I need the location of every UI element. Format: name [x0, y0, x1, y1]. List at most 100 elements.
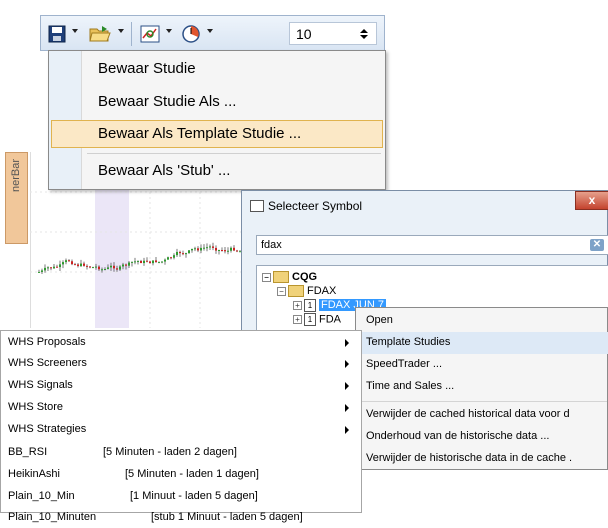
tree-node-label: FDAX	[307, 285, 337, 297]
candle-body	[227, 250, 229, 252]
list-item-plain-10-min[interactable]: Plain_10_Min [1 Minuut - laden 5 dagen]	[1, 486, 361, 507]
candle-body	[131, 261, 133, 263]
ctx-item-speedtrader[interactable]: SpeedTrader ...	[358, 354, 608, 376]
candle-body	[98, 266, 100, 270]
candle-body	[68, 260, 70, 262]
search-value: fdax	[261, 239, 282, 251]
candle-body	[152, 260, 154, 264]
candle-body	[179, 251, 181, 254]
candle-body	[62, 262, 64, 265]
list-item-heikinashi[interactable]: HeikinAshi [5 Minuten - laden 1 dagen]	[1, 464, 361, 485]
folder-icon	[288, 285, 304, 298]
list-item-label: WHS Store	[8, 401, 64, 413]
list-folder-whs-signals[interactable]: WHS Signals	[1, 375, 361, 396]
candle-body	[176, 251, 178, 256]
candle-body	[188, 250, 190, 254]
ctx-item-delete-cache[interactable]: Verwijder de historische data in de cach…	[358, 448, 608, 470]
ctx-separator	[362, 401, 607, 402]
menu-item-label: Bewaar Studie Als ...	[98, 93, 237, 110]
toolbar-separator	[131, 22, 132, 46]
list-item-label: WHS Signals	[8, 379, 73, 391]
chart-button[interactable]	[138, 22, 162, 46]
candle-body	[65, 260, 67, 263]
candle-body	[167, 257, 169, 260]
candle-body	[230, 247, 232, 251]
ctx-item-label: Template Studies	[366, 336, 451, 348]
study-detail: [5 Minuten - laden 1 dagen]	[125, 468, 259, 480]
candle-body	[197, 248, 199, 251]
expand-icon[interactable]: +	[293, 301, 302, 310]
save-dropdown-arrow[interactable]	[72, 29, 78, 33]
candle-body	[74, 264, 76, 266]
clock-dropdown-arrow[interactable]	[207, 29, 213, 33]
list-item-label: WHS Strategies	[8, 423, 87, 435]
tree-node-fdax[interactable]: − FDAX	[277, 285, 337, 298]
side-toolbar-tab[interactable]: nerBar	[5, 152, 28, 244]
close-button[interactable]: x	[575, 191, 608, 210]
candle-body	[56, 266, 58, 268]
candle-body	[149, 261, 151, 264]
study-detail: [5 Minuten - laden 2 dagen]	[103, 446, 237, 458]
candle-body	[155, 260, 157, 263]
collapse-icon[interactable]: −	[277, 286, 286, 296]
list-item-plain-10-minuten[interactable]: Plain_10_Minuten [stub 1 Minuut - laden 5…	[1, 507, 361, 528]
clear-search-icon[interactable]: ✕	[590, 239, 604, 251]
tree-node-root[interactable]: − CQG	[262, 271, 317, 284]
open-dropdown-arrow[interactable]	[118, 29, 124, 33]
open-button[interactable]	[86, 22, 114, 46]
ctx-item-label: Open	[366, 314, 393, 326]
ctx-item-time-and-sales[interactable]: Time and Sales ...	[358, 376, 608, 398]
candle-body	[236, 250, 238, 252]
menu-item-bewaar-studie-als[interactable]: Bewaar Studie Als ...	[51, 88, 383, 116]
candle-body	[122, 264, 124, 267]
chart-dropdown-arrow[interactable]	[166, 29, 172, 33]
list-folder-whs-store[interactable]: WHS Store	[1, 397, 361, 418]
menu-item-bewaar-als-template[interactable]: Bewaar Als Template Studie ...	[51, 120, 383, 148]
spinner-arrows-icon[interactable]	[358, 27, 370, 41]
collapse-icon[interactable]: −	[262, 272, 271, 282]
candle-body	[164, 259, 166, 262]
candle-body	[101, 269, 103, 271]
candle-body	[80, 263, 82, 267]
symbol-search-input[interactable]: fdax ✕	[256, 235, 608, 255]
close-icon: x	[588, 193, 596, 207]
list-folder-whs-proposals[interactable]: WHS Proposals	[1, 332, 361, 353]
symbol-icon: 1	[304, 313, 316, 326]
spinner-value: 10	[296, 26, 312, 42]
expand-icon[interactable]: +	[293, 315, 302, 324]
save-button[interactable]	[46, 22, 68, 46]
chart-refresh-icon	[140, 25, 160, 43]
clock-button[interactable]	[179, 22, 203, 46]
candle-body	[38, 271, 40, 273]
candle-body	[224, 250, 226, 252]
bar-count-spinner[interactable]: 10	[289, 22, 377, 45]
list-folder-whs-strategies[interactable]: WHS Strategies	[1, 419, 361, 440]
submenu-arrow-icon	[345, 404, 349, 412]
candle-body	[107, 267, 109, 269]
list-folder-whs-screeners[interactable]: WHS Screeners	[1, 353, 361, 374]
list-item-bb-rsi[interactable]: BB_RSI [5 Minuten - laden 2 dagen]	[1, 442, 361, 463]
candle-body	[206, 247, 208, 249]
tree-node-fda[interactable]: +1 FDA	[293, 313, 341, 326]
ctx-item-open[interactable]: Open	[358, 310, 608, 332]
study-detail: [1 Minuut - laden 5 dagen]	[130, 490, 258, 502]
candle-body	[110, 265, 112, 268]
candle-body	[137, 260, 139, 262]
ctx-item-clear-cached-data[interactable]: Verwijder de cached historical data voor…	[358, 404, 608, 426]
side-tab-label: nerBar	[10, 159, 22, 193]
ctx-item-maintain-history[interactable]: Onderhoud van de historische data ...	[358, 426, 608, 448]
candle-body	[119, 266, 121, 270]
candle-body	[44, 267, 46, 271]
menu-item-label: Bewaar Als 'Stub' ...	[98, 162, 231, 179]
submenu-arrow-icon	[345, 382, 349, 390]
candle-body	[113, 265, 115, 269]
submenu-arrow-icon	[345, 360, 349, 368]
candle-body	[134, 261, 136, 263]
dialog-window-icon	[250, 200, 264, 212]
menu-item-bewaar-als-stub[interactable]: Bewaar Als 'Stub' ...	[51, 157, 383, 185]
folder-icon	[273, 271, 289, 284]
menu-separator	[87, 153, 381, 154]
menu-item-bewaar-studie[interactable]: Bewaar Studie	[51, 55, 383, 83]
candle-body	[95, 266, 97, 268]
ctx-item-template-studies[interactable]: Template Studies	[358, 332, 608, 354]
